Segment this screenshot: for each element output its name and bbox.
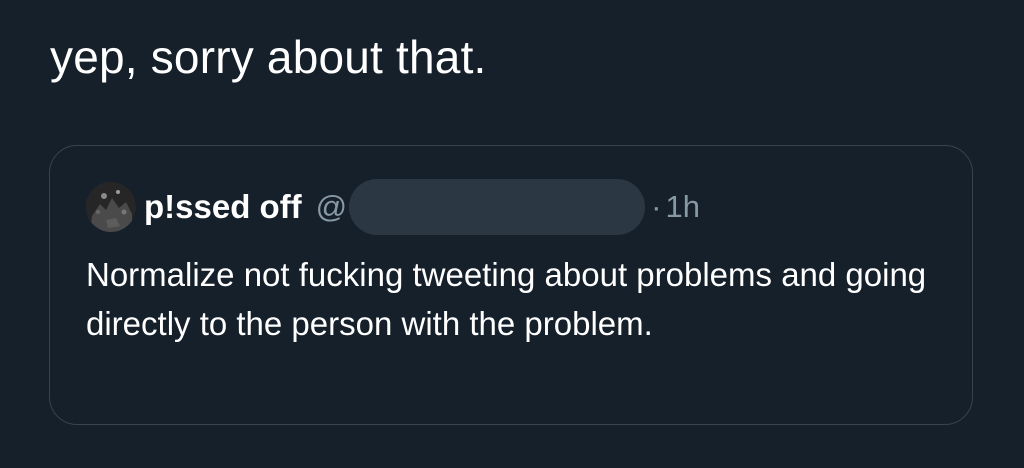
separator-dot: · — [651, 189, 662, 224]
quoted-author-name[interactable]: p!ssed off — [144, 188, 302, 226]
quoted-tweet-text: Normalize not fucking tweeting about pro… — [86, 256, 927, 342]
quoted-author-handle-prefix: @ — [315, 189, 348, 224]
quoted-tweet-card[interactable]: p!ssed off @ · 1h Normalize not fucking … — [49, 145, 973, 425]
tweet-text: yep, sorry about that. — [50, 31, 487, 83]
quoted-tweet-timestamp[interactable]: 1h — [665, 189, 699, 225]
redacted-handle — [349, 179, 646, 235]
quoted-tweet-header: p!ssed off @ · 1h — [86, 179, 700, 235]
avatar[interactable] — [86, 182, 136, 232]
avatar-image-icon — [86, 182, 136, 232]
